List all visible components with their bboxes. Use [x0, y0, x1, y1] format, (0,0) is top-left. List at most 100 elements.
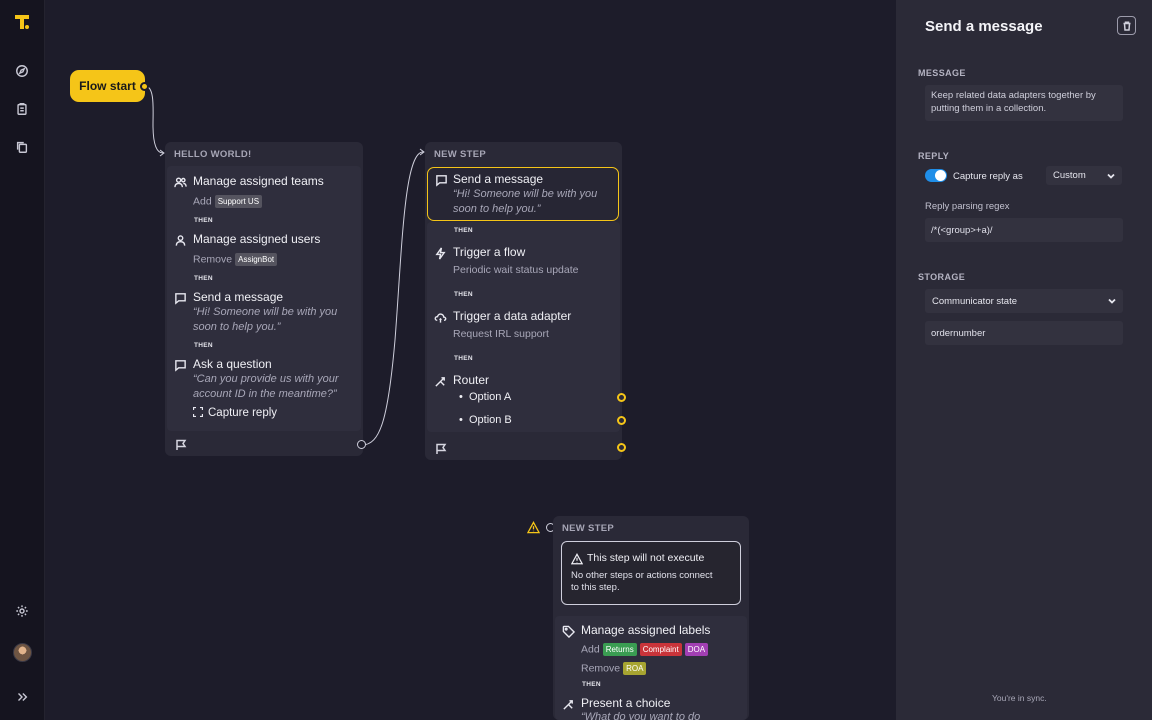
panel-title: Send a message	[925, 18, 1043, 35]
regex-value: /*(<group>+a)/	[931, 224, 993, 236]
warning-line: to this step.	[571, 582, 620, 593]
clipboard-icon[interactable]	[12, 99, 32, 119]
chevron-down-icon	[1107, 172, 1115, 180]
then-label: THEN	[454, 355, 473, 362]
then-label: THEN	[194, 217, 213, 224]
step1-output-port[interactable]	[357, 440, 366, 449]
app-logo[interactable]	[12, 12, 32, 32]
message-textarea[interactable]: Keep related data adapters together by p…	[925, 85, 1123, 121]
message-icon	[435, 174, 448, 187]
warning-text: No other steps or actions connect to this…	[571, 570, 713, 594]
capture-corners-icon	[192, 406, 204, 418]
tag: Support US	[214, 195, 263, 208]
verb: Remove	[193, 253, 233, 266]
step-title: HELLO WORLD!	[174, 149, 252, 160]
unreachable-warning: This step will not execute No other step…	[561, 541, 741, 605]
action-title: Send a message	[193, 290, 284, 304]
user-icon	[174, 234, 187, 247]
action-title: Present a choice	[581, 696, 671, 710]
capture-reply-toggle[interactable]	[925, 169, 947, 182]
selected-action-send-message[interactable]: Send a message “Hi! Someone will be with…	[427, 167, 619, 221]
router-option-b-port[interactable]	[617, 416, 626, 425]
then-label: THEN	[454, 227, 473, 234]
option-label: Option B	[468, 414, 512, 426]
then-label: THEN	[582, 681, 601, 688]
message-line: putting them in a collection.	[931, 102, 1047, 114]
action-trigger-flow[interactable]: Trigger a flow Periodic wait status upda…	[425, 245, 622, 285]
action-trigger-data-adapter[interactable]: Trigger a data adapter Request IRL suppo…	[425, 309, 622, 349]
verb: Add	[193, 195, 212, 208]
step2-output-port[interactable]	[617, 443, 626, 452]
storage-select-value: Communicator state	[932, 295, 1018, 307]
quote-line: “Hi! Someone will be with you	[453, 188, 598, 200]
step-new-step-3[interactable]: NEW STEP This step will not execute No o…	[553, 516, 749, 720]
storage-key-value: ordernumber	[931, 327, 986, 339]
quote-line: soon to help you.”	[193, 321, 281, 333]
tag-complaint: Complaint	[639, 643, 682, 656]
storage-select[interactable]: Communicator state	[925, 289, 1123, 313]
action-send-message[interactable]: Send a message “Hi! Someone will be with…	[165, 290, 363, 346]
capture-label: Capture reply	[208, 407, 278, 419]
step-title: NEW STEP	[434, 149, 487, 160]
capture-type-select[interactable]: Custom	[1046, 166, 1122, 185]
step-hello-world[interactable]: HELLO WORLD! Manage assigned teams Add Su…	[165, 142, 363, 456]
delete-button[interactable]	[1117, 16, 1136, 35]
storage-section-label: STORAGE	[918, 272, 966, 282]
router-option-a[interactable]: • Option A	[459, 391, 511, 403]
action-title: Trigger a flow	[453, 245, 526, 259]
flag-icon[interactable]	[175, 438, 187, 450]
flow-start-node[interactable]: Flow start	[70, 70, 145, 102]
chevron-down-icon	[1108, 297, 1116, 305]
quote-line: “Can you provide us with your	[193, 373, 339, 385]
then-label: THEN	[194, 275, 213, 282]
router-icon	[562, 698, 575, 711]
users-icon	[174, 176, 187, 189]
router-option-a-port[interactable]	[617, 393, 626, 402]
storage-key-input[interactable]: ordernumber	[925, 321, 1123, 345]
user-avatar[interactable]	[13, 643, 32, 662]
tag-icon	[562, 625, 576, 639]
sync-status: You're in sync.	[992, 693, 1047, 703]
action-manage-labels[interactable]: Manage assigned labels Add Returns Complai…	[553, 623, 749, 683]
action-present-choice[interactable]: Present a choice “What do you want to do	[553, 696, 749, 720]
message-line: Keep related data adapters together by	[931, 90, 1096, 101]
gear-icon[interactable]	[12, 601, 32, 621]
regex-input[interactable]: /*(<group>+a)/	[925, 218, 1123, 242]
question-quote: “Can you provide us with your account ID …	[193, 372, 339, 402]
capture-reply-label: Capture reply as	[953, 171, 1023, 182]
warning-line: No other steps or actions connect	[571, 570, 713, 581]
flow-start-port[interactable]	[140, 82, 149, 91]
router-option-b[interactable]: • Option B	[459, 414, 512, 426]
warning-title: This step will not execute	[587, 552, 705, 564]
router-icon	[434, 375, 447, 388]
cloud-sync-icon	[434, 311, 447, 324]
copy-icon[interactable]	[12, 137, 32, 157]
action-title: Router	[453, 373, 490, 387]
expand-chevrons-icon[interactable]	[12, 687, 32, 707]
quote-line: soon to help you.”	[453, 203, 541, 215]
action-detail: Remove AssignBot	[193, 253, 278, 266]
message-quote: “Hi! Someone will be with you soon to hel…	[193, 305, 337, 335]
then-label: THEN	[194, 342, 213, 349]
properties-panel: Send a message MESSAGE Keep related data…	[896, 0, 1152, 720]
capture-reply[interactable]: Capture reply	[192, 406, 278, 419]
warning-triangle-icon	[526, 521, 541, 534]
warning-triangle-icon	[570, 552, 584, 565]
tag-roa: ROA	[623, 662, 647, 675]
message-quote: “Hi! Someone will be with you soon to hel…	[453, 187, 597, 217]
action-router[interactable]: Router • Option A • Option B	[425, 373, 622, 433]
compass-icon[interactable]	[12, 61, 32, 81]
action-title: Trigger a data adapter	[453, 309, 572, 323]
lightning-icon	[434, 247, 447, 260]
action-subtitle: Request IRL support	[453, 328, 549, 340]
step-new-step-2[interactable]: NEW STEP Send a message “Hi! Someone wil…	[425, 142, 622, 460]
tag: AssignBot	[235, 253, 278, 266]
flag-icon[interactable]	[435, 442, 447, 454]
action-title: Send a message	[453, 172, 544, 186]
left-rail	[0, 0, 45, 720]
quote-line: “Hi! Someone will be with you	[193, 306, 338, 318]
tag-doa: DOA	[684, 643, 709, 656]
option-label: Option A	[468, 391, 512, 403]
action-ask-question[interactable]: Ask a question “Can you provide us with …	[165, 357, 363, 427]
labels-remove-row: Remove ROA	[581, 662, 647, 675]
